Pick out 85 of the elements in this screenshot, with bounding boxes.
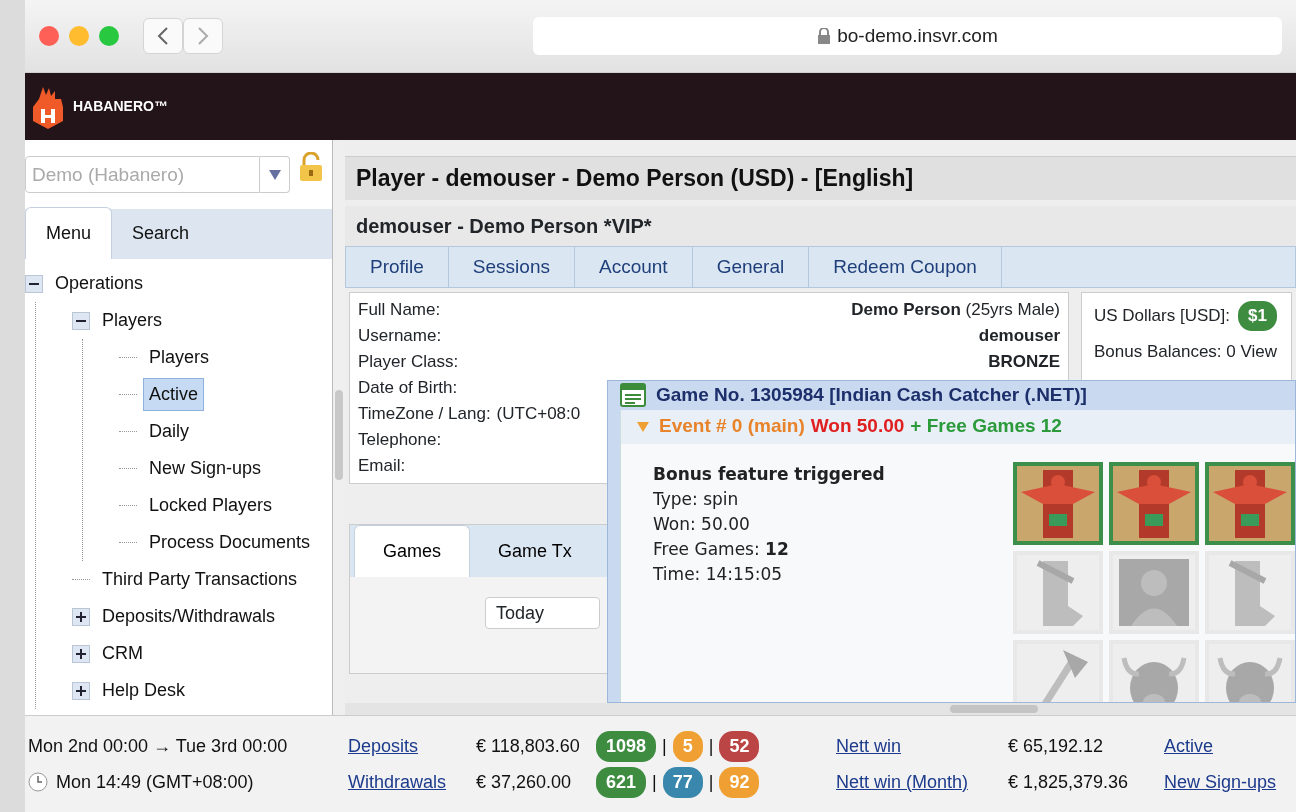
tree-item[interactable]: Third Party Transactions <box>96 563 304 596</box>
balance-amount: $1 <box>1238 301 1277 331</box>
field-label: Telephone: <box>358 429 442 452</box>
clock-icon <box>28 772 48 792</box>
report-link[interactable]: Nett win <box>836 732 1008 760</box>
clock-text: Mon 14:49 (GMT+08:00) <box>56 770 254 794</box>
dropdown-button[interactable] <box>260 156 290 193</box>
url-text: bo-demo.insvr.com <box>837 23 998 48</box>
separator-text: | <box>708 770 714 794</box>
tree-item[interactable]: Operations <box>49 267 150 300</box>
field-label: Username: <box>358 325 442 348</box>
report-link[interactable]: Active <box>1164 732 1296 760</box>
expand-icon[interactable] <box>72 644 90 663</box>
tree-item[interactable]: Locked Players <box>143 489 279 522</box>
brand-select[interactable]: Demo (Habanero) <box>25 156 260 193</box>
detail-line: Time: 14:15:05 <box>653 562 784 586</box>
sidebar-tab[interactable]: Search <box>112 208 210 259</box>
amount-text: € 37,260.00 <box>476 770 573 794</box>
expand-icon[interactable] <box>72 607 90 626</box>
field-value: (UTC+08:0 <box>496 403 581 426</box>
tree-item[interactable]: Deposits/Withdrawals <box>96 600 282 633</box>
chevron-right-icon <box>197 26 209 46</box>
count-badge: 92 <box>719 766 760 798</box>
field-label: TimeZone / Lang: <box>358 403 491 426</box>
field-value: Demo Person (25yrs Male) <box>851 299 1060 322</box>
tab[interactable]: Game Tx <box>470 526 600 577</box>
count-badge: 52 <box>719 730 760 762</box>
lock-icon <box>817 28 832 44</box>
report-link[interactable]: Withdrawals <box>348 768 476 796</box>
sidebar-tab[interactable]: Menu <box>25 207 113 259</box>
caret-icon <box>268 169 281 180</box>
event-label: Event # 0 (main) <box>659 414 805 439</box>
tree-item[interactable]: Active <box>143 378 205 411</box>
count-badge: 5 <box>672 730 703 762</box>
event-win: Won 50.00 <box>810 414 905 439</box>
report-link[interactable]: Nett win (Month) <box>836 768 1008 796</box>
report-link[interactable]: New Sign-ups <box>1164 768 1296 796</box>
scrollbar[interactable] <box>333 140 345 715</box>
tab[interactable]: Games <box>354 525 471 577</box>
date-range: Mon 2nd 00:00 → Tue 3rd 00:00 <box>28 734 289 758</box>
separator-text: | <box>662 734 667 758</box>
field-label: Date of Birth: <box>358 377 458 400</box>
tree-item[interactable]: Players <box>143 341 216 374</box>
count-badge: 621 <box>596 766 647 798</box>
field-label: Player Class: <box>358 351 459 374</box>
close-button[interactable] <box>39 26 59 46</box>
count-badge: 1098 <box>596 730 657 762</box>
player-subtitle: demouser - Demo Person *VIP* <box>345 206 1296 246</box>
field-label: Email: <box>358 455 406 478</box>
field-value: demouser <box>978 325 1060 348</box>
separator-text: | <box>708 734 714 758</box>
amount-text: € 118,803.60 <box>476 734 581 758</box>
back-button[interactable] <box>143 18 183 54</box>
page-title: Player - demouser - Demo Person (USD) - [English] <box>345 156 1296 200</box>
amount-text: € 65,192.12 <box>1008 734 1105 758</box>
address-bar[interactable]: bo-demo.insvr.com <box>533 17 1282 55</box>
period-select[interactable]: Today <box>485 597 600 629</box>
logo-text: HABANERO™ <box>73 97 168 116</box>
expand-icon[interactable] <box>72 681 90 700</box>
tree-item[interactable]: Daily <box>143 415 195 448</box>
tree-item[interactable]: Help Desk <box>96 674 192 707</box>
report-link[interactable]: Deposits <box>348 732 476 760</box>
tree-item[interactable]: Process Documents <box>143 526 317 559</box>
scrollbar[interactable] <box>345 703 1296 715</box>
window-icon <box>620 383 646 408</box>
tree-item[interactable]: Players <box>96 304 169 337</box>
balance-label: US Dollars [USD]: <box>1094 305 1231 327</box>
count-badge: 77 <box>662 766 703 798</box>
separator-text: | <box>652 770 657 794</box>
tree-item[interactable]: New Sign-ups <box>143 452 268 485</box>
field-value: BRONZE <box>988 351 1060 374</box>
collapse-icon[interactable] <box>72 311 90 330</box>
event-free-games: + Free Games 12 <box>910 414 1062 439</box>
tree-item[interactable]: CRM <box>96 637 149 670</box>
detail-line: Type: spin <box>653 487 740 511</box>
chevron-left-icon <box>157 26 169 46</box>
detail-line: Won: 50.00 <box>653 512 751 536</box>
collapse-icon[interactable] <box>25 274 43 293</box>
detail-line: Free Games: 12 <box>653 537 790 561</box>
field-label: Full Name: <box>358 299 441 322</box>
lock-icon[interactable] <box>298 151 324 182</box>
window-title: Game No. 1305984 [Indian Cash Catcher (.NET)] <box>656 383 1087 407</box>
detail-heading: Bonus feature triggered <box>653 462 886 486</box>
bonus-balances-text: Bonus Balances: 0 View <box>1094 340 1279 363</box>
amount-text: € 1,825,379.36 <box>1008 770 1130 794</box>
